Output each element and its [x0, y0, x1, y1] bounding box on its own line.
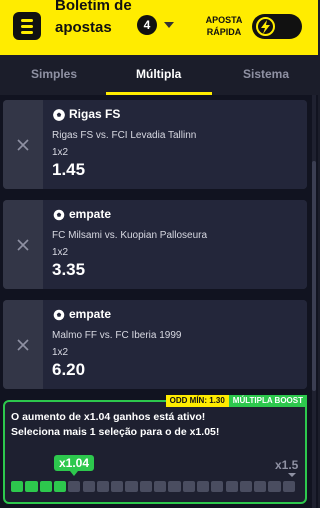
chevron-down-icon[interactable] — [164, 22, 174, 28]
progress-segment-empty — [225, 481, 238, 492]
tab-multipla[interactable]: Múltipla — [136, 67, 181, 81]
progress-segment-empty — [139, 481, 152, 492]
current-boost-marker: x1.04 — [54, 455, 94, 476]
boost-message: O aumento de x1.04 ganhos está ativo! Se… — [11, 410, 299, 440]
multiple-boost-badge: MÚLTIPLA BOOST — [228, 395, 307, 407]
progress-segment-empty — [168, 481, 181, 492]
match-name: Rigas FS vs. FCI Levadia Tallinn — [52, 130, 197, 141]
selection-details: empate FC Milsami vs. Kuopian Palloseura… — [43, 200, 307, 289]
market-name: 1x2 — [52, 247, 69, 258]
close-icon — [17, 138, 29, 151]
selection-card: empate Malmo FF vs. FC Iberia 1999 1x2 6… — [3, 300, 307, 389]
progress-segment-empty — [282, 481, 295, 492]
remove-selection-button[interactable] — [3, 300, 43, 389]
progress-segment-empty — [111, 481, 124, 492]
selection-name: Rigas FS — [69, 107, 121, 121]
progress-segment-empty — [154, 481, 167, 492]
remove-selection-button[interactable] — [3, 200, 43, 289]
next-boost-label: x1.5 — [275, 458, 299, 472]
selection-details: Rigas FS Rigas FS vs. FCI Levadia Tallin… — [43, 100, 307, 189]
close-icon — [17, 338, 29, 351]
close-icon — [17, 238, 29, 251]
bet-count-badge: 4 — [137, 15, 157, 35]
tab-simples[interactable]: Simples — [31, 67, 77, 81]
menu-icon[interactable] — [13, 12, 41, 40]
scrollbar-thumb[interactable] — [312, 161, 316, 391]
progress-segment-empty — [239, 481, 253, 492]
betslip-header: Boletim de apostas 4 APOSTA RÁPIDA — [0, 0, 318, 55]
progress-segment-empty — [68, 481, 81, 492]
progress-segment-filled — [39, 481, 52, 492]
remove-selection-button[interactable] — [3, 100, 43, 189]
selection-name: empate — [69, 307, 112, 321]
progress-segment-empty — [182, 481, 195, 492]
bet-type-tabs: Simples Múltipla Sistema — [0, 55, 318, 95]
soccer-ball-icon — [53, 109, 65, 121]
selection-odds: 3.35 — [52, 260, 86, 279]
progress-segment-filled — [25, 481, 38, 492]
tab-sistema[interactable]: Sistema — [243, 67, 289, 81]
multiple-boost-panel: ODD MÍN: 1.30 MÚLTIPLA BOOST O aumento d… — [3, 395, 307, 504]
boost-badges: ODD MÍN: 1.30 MÚLTIPLA BOOST — [165, 395, 307, 407]
selection-card: empate FC Milsami vs. Kuopian Palloseura… — [3, 200, 307, 289]
soccer-ball-icon — [53, 309, 65, 321]
progress-segment-filled — [53, 481, 67, 492]
progress-segment-empty — [96, 481, 110, 492]
selection-name: empate — [69, 207, 112, 221]
next-boost-arrow-icon — [288, 473, 296, 477]
progress-segment-empty — [268, 481, 281, 492]
selection-odds: 1.45 — [52, 160, 86, 179]
progress-segment-empty — [125, 481, 138, 492]
boost-message-line-2: Seleciona mais 1 seleção para o de x1.05… — [11, 426, 220, 438]
progress-segment-empty — [82, 481, 95, 492]
market-name: 1x2 — [52, 347, 69, 358]
selection-details: empate Malmo FF vs. FC Iberia 1999 1x2 6… — [43, 300, 307, 389]
quick-bet-label: APOSTA RÁPIDA — [205, 15, 243, 37]
quick-bet-toggle[interactable] — [252, 14, 302, 39]
match-name: Malmo FF vs. FC Iberia 1999 — [52, 330, 182, 341]
selection-odds: 6.20 — [52, 360, 86, 379]
market-name: 1x2 — [52, 147, 69, 158]
boost-message-line-1: O aumento de x1.04 ganhos está ativo! — [11, 411, 206, 423]
selections-list: Rigas FS Rigas FS vs. FCI Levadia Tallin… — [0, 95, 318, 508]
progress-segment-empty — [254, 481, 267, 492]
betslip-title: Boletim de apostas — [55, 0, 132, 36]
boost-progress-bar — [11, 481, 297, 492]
soccer-ball-icon — [53, 209, 65, 221]
selection-card: Rigas FS Rigas FS vs. FCI Levadia Tallin… — [3, 100, 307, 189]
lightning-icon — [256, 17, 275, 36]
progress-segment-empty — [196, 481, 210, 492]
match-name: FC Milsami vs. Kuopian Palloseura — [52, 230, 208, 241]
progress-segment-empty — [211, 481, 224, 492]
progress-segment-filled — [11, 481, 24, 492]
min-odds-badge: ODD MÍN: 1.30 — [165, 395, 229, 407]
